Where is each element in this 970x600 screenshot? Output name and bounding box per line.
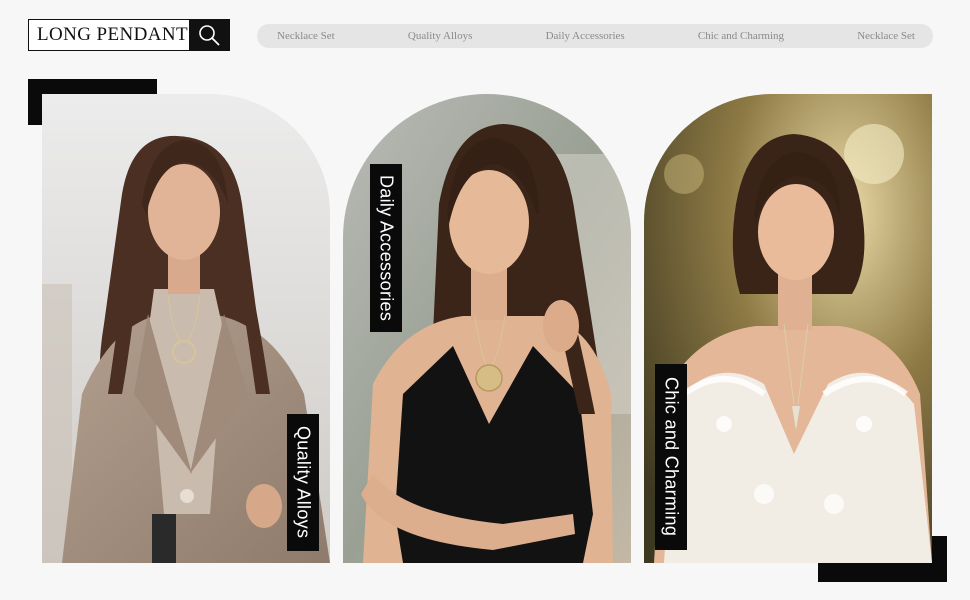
nav-item-quality-alloys[interactable]: Quality Alloys [408, 30, 472, 42]
model-photo-lace-dress [644, 94, 932, 563]
nav-item-chic-and-charming[interactable]: Chic and Charming [698, 30, 784, 42]
brand-header: LONG PENDANT [28, 19, 230, 51]
search-button[interactable] [189, 20, 229, 50]
search-icon [199, 25, 220, 46]
product-photo-card-3[interactable] [644, 94, 932, 563]
brand-title: LONG PENDANT [37, 24, 188, 45]
nav-item-necklace-set[interactable]: Necklace Set [277, 30, 335, 42]
card-label-quality-alloys: Quality Alloys [287, 414, 319, 551]
card-label-daily-accessories: Daily Accessories [370, 164, 402, 332]
card-label-chic-and-charming: Chic and Charming [655, 364, 687, 550]
nav-item-necklace-set-2[interactable]: Necklace Set [857, 30, 915, 42]
category-nav: Necklace Set Quality Alloys Daily Access… [257, 24, 933, 48]
nav-item-daily-accessories[interactable]: Daily Accessories [546, 30, 625, 42]
